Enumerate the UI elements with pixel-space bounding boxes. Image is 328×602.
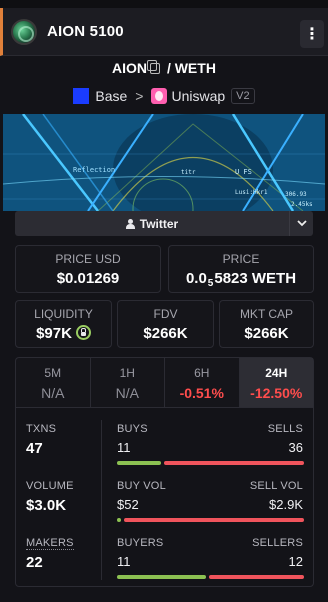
makers-value: 22	[26, 554, 43, 571]
txns-label: TXNS	[26, 423, 57, 435]
market-cap-card: MKT CAP $266K	[219, 300, 314, 348]
tab-5m[interactable]: 5M N/A	[16, 358, 91, 407]
buy-vol-label: BUY VOL	[117, 480, 166, 492]
user-icon	[125, 218, 135, 229]
vertical-dots-icon: ⋮	[304, 26, 320, 43]
buyers-ratio-bar	[117, 575, 206, 579]
stats-divider	[101, 420, 102, 580]
social-links-bar: Twitter	[15, 211, 313, 236]
tab-change: -12.50%	[250, 385, 303, 401]
price-subscript: 5	[207, 278, 214, 289]
dex-version-badge: V2	[231, 88, 255, 104]
liquidity-value: $97K	[36, 325, 72, 342]
svg-text:U FS: U FS	[235, 168, 252, 176]
sellers-value: 12	[288, 554, 303, 569]
price-native-card: PRICE 0.055823 WETH	[168, 245, 314, 293]
sells-value: 36	[288, 440, 303, 455]
sellers-ratio-bar	[209, 575, 304, 579]
buys-label: BUYS	[117, 423, 148, 435]
liquidity-label: LIQUIDITY	[34, 307, 93, 321]
pair-heading: AION / WETH	[0, 60, 328, 76]
price-usd-label: PRICE USD	[55, 252, 121, 266]
fdv-value: $266K	[143, 325, 188, 342]
transaction-stats: TXNS 47 BUYS 11 SELLS 36 VOLUME $3.0K BU…	[15, 407, 314, 587]
buyers-value: 11	[117, 554, 131, 569]
sell-vol-ratio-bar	[124, 518, 304, 522]
token-banner-image: Reflection titr U FS Lusi:Hkr1 306.93 2.…	[3, 114, 325, 211]
chevron-down-icon	[296, 220, 307, 227]
tab-label: 6H	[194, 366, 210, 380]
price-suffix: 5823 WETH	[214, 270, 297, 287]
token-title: AION 5100	[47, 23, 124, 40]
uniswap-icon	[151, 88, 168, 104]
sell-vol-value: $2.9K	[269, 497, 303, 512]
twitter-button[interactable]: Twitter	[15, 211, 289, 236]
chain-link[interactable]: Base	[95, 88, 127, 104]
market-cap-label: MKT CAP	[239, 307, 294, 321]
sells-label: SELLS	[267, 423, 303, 435]
market-cap-value: $266K	[244, 325, 289, 342]
makers-label: MAKERS	[26, 537, 74, 550]
copy-icon[interactable]	[147, 60, 161, 74]
svg-text:Lusi:Hkr1: Lusi:Hkr1	[235, 189, 268, 196]
buys-value: 11	[117, 440, 131, 455]
tab-1h[interactable]: 1H N/A	[91, 358, 165, 407]
chevron-right-icon: >	[135, 88, 144, 104]
volume-value: $3.0K	[26, 497, 67, 514]
sells-ratio-bar	[164, 461, 304, 465]
buy-vol-value: $52	[117, 497, 139, 512]
tab-label: 5M	[44, 366, 62, 380]
timeframe-tabs: 5M N/A 1H N/A 6H -0.51% 24H -12.50%	[15, 357, 314, 407]
dex-link[interactable]: Uniswap	[171, 88, 225, 104]
base-token-symbol: AION	[112, 60, 148, 76]
svg-text:Reflection: Reflection	[73, 166, 115, 174]
price-usd-value: $0.01269	[56, 270, 120, 287]
liquidity-value-row: $97K	[16, 325, 111, 342]
fdv-card: FDV $266K	[117, 300, 214, 348]
buy-vol-ratio-bar	[117, 518, 121, 522]
buys-ratio-bar	[117, 461, 161, 465]
quote-token-symbol: WETH	[174, 60, 216, 76]
price-native-label: PRICE	[222, 252, 260, 266]
svg-text:306.93: 306.93	[285, 191, 307, 198]
more-menu-button[interactable]: ⋮	[300, 20, 324, 48]
tab-change: -0.51%	[179, 385, 224, 401]
tab-label: 24H	[265, 366, 288, 380]
svg-text:2.45ks: 2.45ks	[291, 201, 313, 208]
header-bar: AION 5100 ⋮	[0, 8, 328, 56]
fdv-label: FDV	[153, 307, 178, 321]
txns-value: 47	[26, 440, 43, 457]
chain-dex-row: Base > Uniswap V2	[0, 88, 328, 104]
lock-icon[interactable]	[75, 325, 91, 340]
tab-24h[interactable]: 24H -12.50%	[239, 358, 313, 407]
svg-text:titr: titr	[181, 169, 196, 176]
buyers-label: BUYERS	[117, 537, 164, 549]
price-prefix: 0.0	[185, 270, 207, 287]
twitter-label: Twitter	[139, 216, 179, 231]
tab-change: N/A	[115, 385, 139, 401]
sell-vol-label: SELL VOL	[249, 480, 303, 492]
pair-separator: /	[166, 60, 171, 76]
tab-change: N/A	[41, 385, 65, 401]
tab-label: 1H	[119, 366, 135, 380]
tab-6h[interactable]: 6H -0.51%	[165, 358, 240, 407]
social-dropdown-button[interactable]	[289, 211, 313, 236]
volume-label: VOLUME	[26, 480, 74, 492]
price-usd-card: PRICE USD $0.01269	[15, 245, 161, 293]
sellers-label: SELLERS	[252, 537, 303, 549]
aion-logo-icon	[11, 18, 37, 45]
price-native-value: 0.055823 WETH	[169, 270, 313, 289]
liquidity-card: LIQUIDITY $97K	[15, 300, 112, 348]
base-chain-icon	[73, 88, 90, 104]
